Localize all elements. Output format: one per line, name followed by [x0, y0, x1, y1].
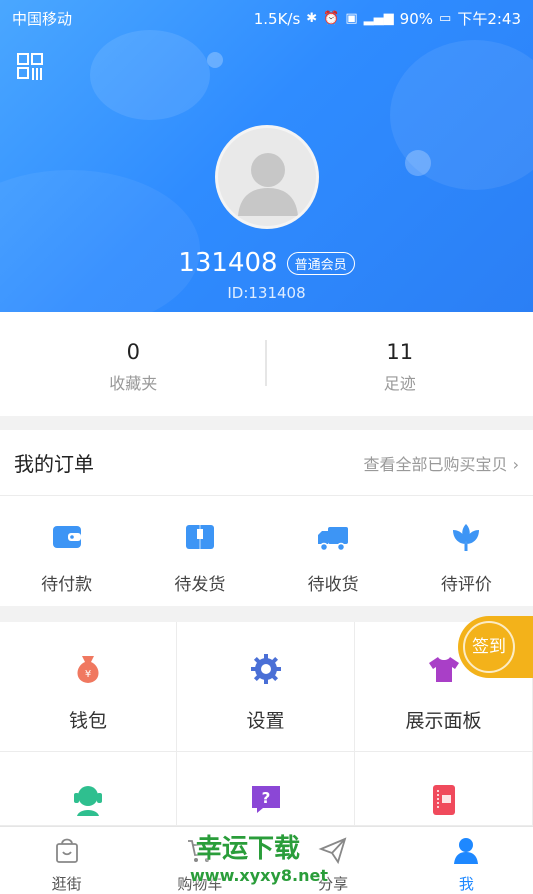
grid-item-tickets[interactable] — [355, 752, 533, 826]
user-id: ID:131408 — [227, 284, 306, 302]
network-speed: 1.5K/s — [253, 9, 301, 28]
flower-icon — [453, 524, 480, 551]
stat-footprints[interactable]: 11 足迹 — [267, 312, 533, 416]
stat-favorites[interactable]: 0 收藏夹 — [0, 312, 267, 416]
clock: 下午2:43 — [457, 10, 521, 28]
status-bar: 中国移动 1.5K/s ✱ ⏰ ▣ ▂▄▆ 90% ▭ 下午2:43 — [0, 0, 533, 36]
grid-item-help[interactable]: ? — [177, 752, 355, 826]
gear-icon — [250, 654, 281, 684]
stat-label: 足迹 — [383, 374, 416, 393]
sign-in-button[interactable]: 签到 — [458, 616, 533, 678]
qr-code-icon[interactable] — [16, 52, 46, 82]
svg-text:¥: ¥ — [85, 669, 91, 680]
avatar[interactable] — [215, 125, 319, 229]
bluetooth-icon: ✱ — [306, 11, 318, 26]
stat-label: 收藏夹 — [109, 374, 158, 393]
function-grid: ¥ 钱包 设置 展示面板 ? — [0, 622, 533, 826]
order-pending-payment[interactable]: 待付款 — [0, 496, 133, 606]
grid-item-settings[interactable]: 设置 — [177, 622, 355, 752]
order-label: 待发货 — [174, 575, 226, 595]
shirt-icon — [428, 657, 459, 682]
truck-icon — [318, 527, 349, 552]
share-icon — [318, 837, 347, 865]
4g-signal-icon: ▂▄▆ — [363, 11, 394, 26]
money-bag-icon: ¥ — [77, 656, 99, 683]
help-icon: ? — [251, 786, 280, 813]
svg-text:?: ? — [261, 789, 270, 807]
member-level-badge: 普通会员 — [286, 251, 355, 275]
tab-me[interactable]: 我 — [400, 827, 533, 894]
hd-icon: ▣ — [345, 11, 358, 26]
order-pending-shipment[interactable]: 待发货 — [133, 496, 266, 606]
order-label: 待付款 — [41, 575, 93, 595]
shopping-bag-icon — [55, 838, 78, 863]
orders-header: 我的订单 查看全部已购买宝贝 › — [0, 430, 533, 496]
order-label: 待收货 — [307, 575, 359, 595]
grid-label: 展示面板 — [405, 710, 482, 732]
ticket-icon — [432, 785, 455, 815]
tab-browse[interactable]: 逛街 — [0, 827, 133, 894]
user-icon — [454, 838, 479, 864]
decor-blob — [405, 150, 431, 176]
watermark-url: www.xyxy8.net — [190, 866, 328, 885]
stat-value: 11 — [386, 340, 414, 364]
tab-label: 我 — [458, 875, 474, 893]
orders-title: 我的订单 — [14, 452, 94, 476]
divider — [265, 340, 267, 386]
watermark-title: 幸运下载 — [196, 834, 301, 864]
tab-label: 逛街 — [51, 875, 82, 893]
decor-blob — [207, 52, 223, 68]
sign-in-label: 签到 — [463, 621, 515, 673]
alarm-icon: ⏰ — [323, 11, 340, 26]
grid-item-customer-service[interactable] — [0, 752, 177, 826]
profile-header: 中国移动 1.5K/s ✱ ⏰ ▣ ▂▄▆ 90% ▭ 下午2:43 13140… — [0, 0, 533, 312]
battery-icon: ▭ — [439, 11, 452, 26]
grid-item-wallet[interactable]: ¥ 钱包 — [0, 622, 177, 752]
avatar-placeholder-icon — [238, 153, 298, 216]
battery-percent: 90% — [399, 9, 434, 28]
view-all-orders-link[interactable]: 查看全部已购买宝贝 › — [364, 451, 520, 475]
wallet-icon — [52, 526, 81, 548]
customer-service-icon — [74, 786, 102, 816]
order-pending-review[interactable]: 待评价 — [400, 496, 533, 606]
orders-section: 我的订单 查看全部已购买宝贝 › 待付款 待发货 待收货 待评价 — [0, 430, 533, 606]
order-pending-receipt[interactable]: 待收货 — [267, 496, 400, 606]
decor-blob — [90, 30, 210, 120]
carrier-label: 中国移动 — [12, 10, 73, 28]
stat-value: 0 — [126, 340, 140, 364]
grid-label: 钱包 — [68, 710, 107, 732]
grid-label: 设置 — [246, 710, 285, 732]
order-label: 待评价 — [440, 575, 492, 595]
package-icon — [185, 525, 214, 549]
username: 131408 — [178, 248, 278, 278]
